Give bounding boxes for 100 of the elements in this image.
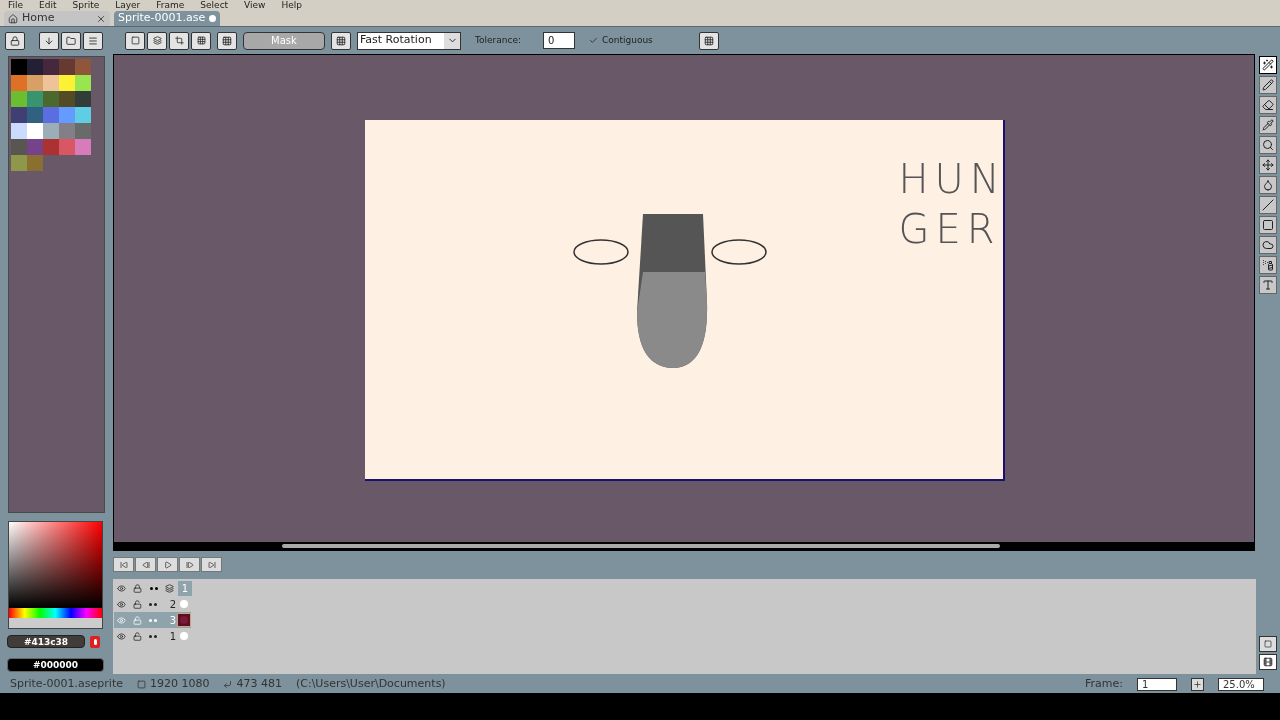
zoom-icon <box>1261 139 1274 151</box>
palette-swatch[interactable] <box>43 59 59 75</box>
eraser-icon <box>1261 99 1274 111</box>
eye-icon[interactable] <box>114 631 129 641</box>
palette-swatch[interactable] <box>59 75 75 91</box>
menu-item[interactable]: Edit <box>39 0 57 10</box>
palette-swatch[interactable] <box>11 59 27 75</box>
palette-swatch[interactable] <box>75 107 91 123</box>
size-icon <box>136 680 146 689</box>
eye-icon[interactable] <box>114 615 129 625</box>
palette-swatch[interactable] <box>43 107 59 123</box>
skip-forward-icon <box>207 560 216 569</box>
tool-button[interactable] <box>1258 96 1277 114</box>
layer-row[interactable]: 1 <box>114 628 191 644</box>
cel-marker[interactable] <box>177 613 191 627</box>
tab[interactable]: Home <box>4 11 110 26</box>
sprite-size: 1920 1080 <box>149 676 210 693</box>
palette-swatch[interactable] <box>27 139 43 155</box>
palette-swatch[interactable] <box>59 107 75 123</box>
menu-item[interactable]: View <box>244 0 266 10</box>
palette-swatch[interactable] <box>43 123 59 139</box>
palette-swatch[interactable] <box>11 139 27 155</box>
tool-button[interactable] <box>1258 236 1277 254</box>
tab-label: Sprite-0001.ase <box>118 10 206 27</box>
pivot-button[interactable] <box>331 31 351 50</box>
warning-icon[interactable] <box>90 635 100 648</box>
palette-swatch[interactable] <box>27 75 43 91</box>
film-button[interactable] <box>1259 654 1277 670</box>
menu-item[interactable]: Layer <box>115 0 141 10</box>
palette-swatch[interactable] <box>75 75 91 91</box>
palette-swatch[interactable] <box>11 91 27 107</box>
actual-size-button[interactable] <box>1259 636 1277 652</box>
add-frame-button[interactable] <box>1191 678 1204 691</box>
palette-swatch[interactable] <box>27 59 43 75</box>
zoom-field[interactable]: 25.0% <box>1218 678 1264 691</box>
file-name: Sprite-0001.aseprite <box>10 676 123 693</box>
menu-item[interactable]: File <box>8 0 24 10</box>
tool-button[interactable] <box>1258 216 1277 234</box>
menu-item[interactable]: Select <box>200 0 229 10</box>
frame-field[interactable]: 1 <box>1137 678 1177 691</box>
layer-row[interactable]: 2 <box>114 596 191 612</box>
foreground-color-field[interactable]: #413c38 <box>7 635 85 648</box>
eye-icon[interactable] <box>114 599 129 609</box>
selection-mode-button[interactable] <box>191 31 211 50</box>
playback-button[interactable] <box>179 557 200 572</box>
palette-swatch[interactable] <box>75 91 91 107</box>
rotation-dropdown[interactable]: Fast Rotation <box>357 31 461 50</box>
list-button[interactable] <box>83 31 103 50</box>
playback-button[interactable] <box>157 557 178 572</box>
horizontal-scrollbar[interactable] <box>282 544 1000 548</box>
tolerance-label: Tolerance: <box>475 33 521 47</box>
lock-button[interactable] <box>5 31 25 50</box>
palette-swatch[interactable] <box>11 107 27 123</box>
layers-icon[interactable] <box>162 583 177 593</box>
options-button[interactable] <box>698 31 719 50</box>
palette-swatch[interactable] <box>43 139 59 155</box>
palette-swatch[interactable] <box>59 123 75 139</box>
palette-swatch[interactable] <box>27 107 43 123</box>
palette-swatch[interactable] <box>59 59 75 75</box>
playback-button[interactable] <box>201 557 222 572</box>
tool-button[interactable] <box>1258 176 1277 194</box>
palette-swatch[interactable] <box>59 139 75 155</box>
folder-button[interactable] <box>61 31 81 50</box>
palette-swatch[interactable] <box>27 123 43 139</box>
contiguous-checkbox[interactable]: Contiguous <box>588 33 653 48</box>
palette-swatch[interactable] <box>27 91 43 107</box>
tool-button[interactable] <box>1258 76 1277 94</box>
tool-button[interactable] <box>1258 156 1277 174</box>
color-picker[interactable] <box>8 521 103 629</box>
background-color-field[interactable]: #000000 <box>7 658 104 672</box>
selection-mode-button[interactable] <box>169 31 189 50</box>
palette-swatch[interactable] <box>59 91 75 107</box>
palette-swatch[interactable] <box>11 75 27 91</box>
palette-swatch[interactable] <box>75 59 91 75</box>
pivot-button[interactable] <box>217 31 237 50</box>
palette-swatch[interactable] <box>11 155 27 171</box>
close-icon[interactable] <box>96 13 106 24</box>
playback-button[interactable] <box>113 557 134 572</box>
menu-item[interactable]: Frame <box>156 0 185 10</box>
layer-name: 2 <box>168 597 177 612</box>
palette-swatch[interactable] <box>43 75 59 91</box>
home-icon <box>8 13 18 24</box>
tolerance-field[interactable]: 0 <box>542 32 575 49</box>
eye-icon[interactable] <box>114 583 129 593</box>
tool-button[interactable] <box>1258 196 1277 214</box>
selection-mode-button[interactable] <box>147 31 167 50</box>
menu-item[interactable]: Help <box>281 0 302 10</box>
menu-item[interactable]: Sprite <box>72 0 100 10</box>
tool-button[interactable] <box>1258 56 1277 74</box>
palette-swatch[interactable] <box>75 139 91 155</box>
selection-mode-button[interactable] <box>125 31 145 50</box>
palette-swatch[interactable] <box>11 123 27 139</box>
lock-icon[interactable] <box>130 583 145 593</box>
playback-button[interactable] <box>135 557 156 572</box>
tool-button[interactable] <box>1258 256 1277 274</box>
palette-swatch[interactable] <box>75 123 91 139</box>
palette-swatch[interactable] <box>43 91 59 107</box>
palette-swatch[interactable] <box>27 155 43 171</box>
arrow-button[interactable] <box>39 31 59 50</box>
grid-icon <box>196 36 206 45</box>
